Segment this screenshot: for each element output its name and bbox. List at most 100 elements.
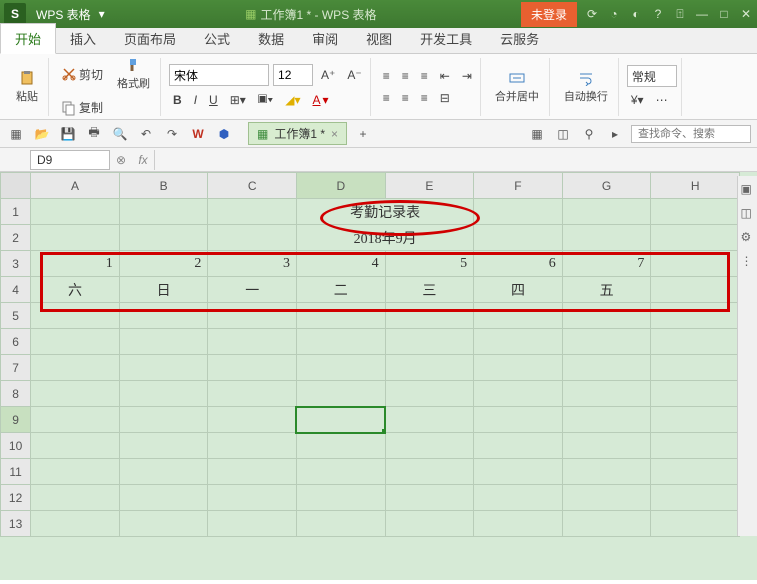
row-header[interactable]: 6: [1, 329, 31, 355]
font-size-select[interactable]: [273, 64, 313, 86]
fx-icon[interactable]: fx: [132, 153, 154, 167]
tab-dev[interactable]: 开发工具: [406, 24, 486, 53]
tab-insert[interactable]: 插入: [56, 24, 110, 53]
cloud-icon[interactable]: ◔: [603, 7, 625, 21]
login-button[interactable]: 未登录: [521, 2, 577, 27]
tab-review[interactable]: 审阅: [298, 24, 352, 53]
command-search-input[interactable]: [631, 125, 751, 143]
cell[interactable]: 日: [119, 277, 208, 303]
grid-icon[interactable]: ▦: [527, 124, 547, 144]
preview-icon[interactable]: 🔍: [110, 124, 130, 144]
row-header[interactable]: 1: [1, 199, 31, 225]
italic-button[interactable]: I: [190, 91, 201, 109]
row-header[interactable]: 12: [1, 485, 31, 511]
cell[interactable]: 四: [474, 277, 563, 303]
cancel-fx-icon[interactable]: ⊗: [110, 153, 132, 167]
underline-button[interactable]: U: [205, 91, 222, 109]
cell[interactable]: 7: [562, 251, 651, 277]
cell-title[interactable]: 考勤记录表: [296, 199, 473, 225]
row-header[interactable]: 4: [1, 277, 31, 303]
panel-ruler-icon[interactable]: ◫: [741, 206, 755, 220]
row-header[interactable]: 3: [1, 251, 31, 277]
align-mid-button[interactable]: ≡: [398, 67, 413, 85]
row-header[interactable]: 5: [1, 303, 31, 329]
pin-icon[interactable]: ⚲: [579, 124, 599, 144]
cell[interactable]: 4: [296, 251, 385, 277]
cell[interactable]: 五: [562, 277, 651, 303]
merge-center-button[interactable]: 合并居中: [489, 68, 545, 106]
merge-split-button[interactable]: ⊟: [436, 89, 454, 107]
doc-tab-close-icon[interactable]: ×: [331, 127, 338, 141]
redo-icon[interactable]: ↷: [162, 124, 182, 144]
cell[interactable]: 6: [474, 251, 563, 277]
tab-data[interactable]: 数据: [244, 24, 298, 53]
print-icon[interactable]: 🖶: [84, 124, 104, 144]
cell[interactable]: 2: [119, 251, 208, 277]
tab-cloud[interactable]: 云服务: [486, 24, 553, 53]
row-header[interactable]: 11: [1, 459, 31, 485]
cell[interactable]: 3: [208, 251, 297, 277]
row-header[interactable]: 2: [1, 225, 31, 251]
copy-button[interactable]: 复制: [57, 97, 107, 118]
format-painter-button[interactable]: 格式刷: [111, 55, 156, 93]
tab-home[interactable]: 开始: [0, 23, 56, 54]
add-tab-icon[interactable]: +: [353, 124, 373, 144]
close-icon[interactable]: ✕: [735, 7, 757, 21]
col-header[interactable]: F: [474, 173, 563, 199]
cell[interactable]: 三: [385, 277, 474, 303]
panel-more-icon[interactable]: ⋮: [741, 254, 755, 268]
row-header[interactable]: 9: [1, 407, 31, 433]
sync-icon[interactable]: ⟳: [581, 7, 603, 21]
border-button[interactable]: ⊞▾: [226, 91, 250, 109]
panel-setting-icon[interactable]: ⚙: [741, 230, 755, 244]
col-header[interactable]: G: [562, 173, 651, 199]
maximize-icon[interactable]: □: [713, 7, 735, 21]
indent-inc-button[interactable]: ⇥: [458, 67, 476, 85]
cell[interactable]: 5: [385, 251, 474, 277]
minimize-icon[interactable]: —: [691, 7, 713, 21]
row-header[interactable]: 13: [1, 511, 31, 537]
font-name-select[interactable]: [169, 64, 269, 86]
paste-button[interactable]: 粘贴: [10, 68, 44, 106]
cut-button[interactable]: 剪切: [57, 64, 107, 85]
tab-view[interactable]: 视图: [352, 24, 406, 53]
row-header[interactable]: 10: [1, 433, 31, 459]
bold-button[interactable]: B: [169, 91, 186, 109]
col-header[interactable]: E: [385, 173, 474, 199]
help-icon[interactable]: ?: [647, 7, 669, 21]
col-header[interactable]: B: [119, 173, 208, 199]
new-icon[interactable]: ▦: [6, 124, 26, 144]
cell[interactable]: 一: [208, 277, 297, 303]
ribbon-toggle-icon[interactable]: ⍐: [669, 7, 691, 22]
align-bot-button[interactable]: ≡: [417, 67, 432, 85]
align-left-button[interactable]: ≡: [379, 89, 394, 107]
row-header[interactable]: 7: [1, 355, 31, 381]
col-header[interactable]: D: [296, 173, 385, 199]
cube-icon[interactable]: ⬢: [214, 124, 234, 144]
grow-font-button[interactable]: A⁺: [317, 66, 339, 84]
align-top-button[interactable]: ≡: [379, 67, 394, 85]
tab-formula[interactable]: 公式: [190, 24, 244, 53]
select-all-corner[interactable]: [1, 173, 31, 199]
formula-input[interactable]: [154, 150, 757, 170]
skin-icon[interactable]: ◐: [625, 7, 647, 21]
col-header[interactable]: C: [208, 173, 297, 199]
font-color-button[interactable]: A▾: [309, 91, 333, 109]
cell-subtitle[interactable]: 2018年9月: [296, 225, 473, 251]
wps-icon[interactable]: W: [188, 124, 208, 144]
fill-color-button[interactable]: 🞕▾: [254, 90, 277, 109]
document-tab[interactable]: ▦ 工作簿1 * ×: [248, 122, 347, 145]
grid[interactable]: A B C D E F G H 1考勤记录表 22018年9月 3 1 2 3 …: [0, 172, 740, 537]
row-header[interactable]: 8: [1, 381, 31, 407]
wrap-text-button[interactable]: 自动换行: [558, 68, 614, 106]
col-header[interactable]: A: [31, 173, 120, 199]
tab-layout[interactable]: 页面布局: [110, 24, 190, 53]
indent-dec-button[interactable]: ⇤: [436, 67, 454, 85]
window-icon[interactable]: ◫: [553, 124, 573, 144]
number-format-select[interactable]: 常规: [627, 65, 677, 87]
save-icon[interactable]: 💾: [58, 124, 78, 144]
panel-select-icon[interactable]: ▣: [741, 182, 755, 196]
align-right-button[interactable]: ≡: [417, 89, 432, 107]
fill2-button[interactable]: ◢▾: [281, 91, 304, 109]
open-icon[interactable]: 📂: [32, 124, 52, 144]
